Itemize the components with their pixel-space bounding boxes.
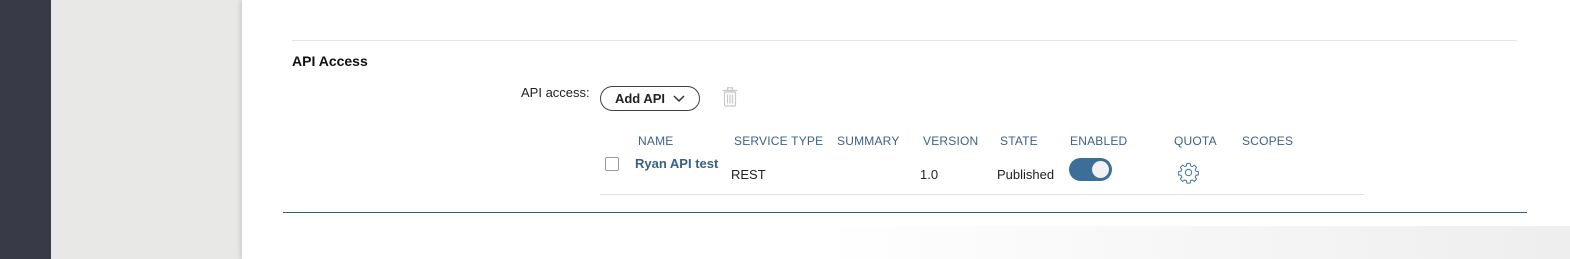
api-access-label: API access: (521, 85, 590, 100)
version-cell: 1.0 (920, 167, 939, 182)
column-header-enabled[interactable]: ENABLED (1070, 134, 1127, 148)
chevron-down-icon (673, 94, 685, 102)
left-nav-rail (0, 0, 51, 259)
toggle-knob (1092, 161, 1109, 178)
column-header-summary[interactable]: SUMMARY (837, 134, 900, 148)
column-header-service-type[interactable]: SERVICE TYPE (734, 134, 823, 148)
column-header-quota[interactable]: QUOTA (1174, 134, 1217, 148)
enabled-toggle[interactable] (1069, 158, 1112, 181)
section-bottom-divider (283, 212, 1527, 213)
service-type-cell: REST (731, 167, 766, 182)
api-name-link[interactable]: Ryan API test (635, 156, 718, 171)
table-row-divider (600, 194, 1364, 195)
section-title: API Access (292, 53, 368, 69)
content-panel (242, 0, 1570, 259)
column-header-name[interactable]: NAME (638, 134, 673, 148)
row-select-checkbox[interactable] (605, 157, 619, 171)
column-header-scopes[interactable]: SCOPES (1242, 134, 1293, 148)
add-api-button-label: Add API (614, 91, 666, 106)
footer-shadow (820, 226, 1570, 259)
gear-icon[interactable] (1177, 161, 1200, 184)
section-divider (292, 40, 1517, 41)
add-api-button[interactable]: Add API (600, 86, 700, 111)
secondary-sidebar (51, 0, 242, 259)
column-header-state[interactable]: STATE (1000, 134, 1038, 148)
state-cell: Published (997, 167, 1055, 182)
column-header-version[interactable]: VERSION (923, 134, 978, 148)
trash-icon[interactable] (722, 87, 738, 107)
